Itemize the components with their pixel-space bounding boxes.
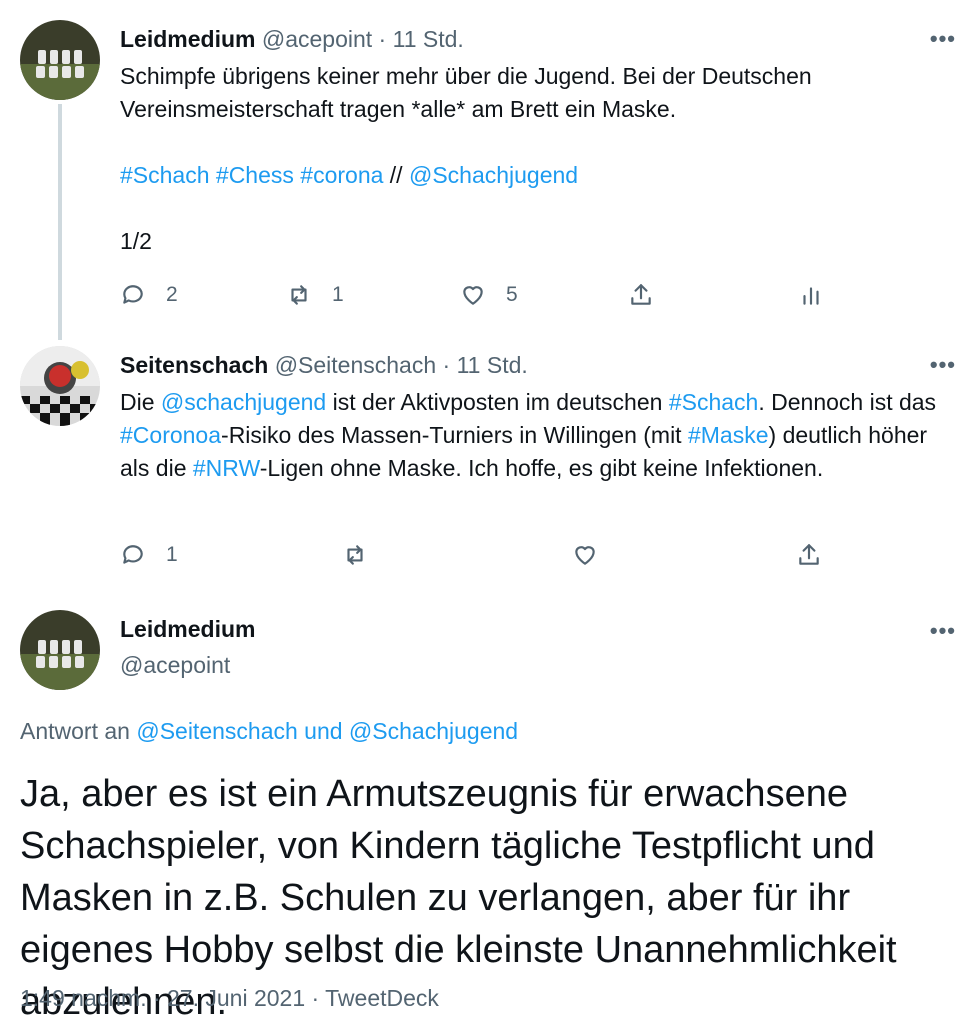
tweet2-time[interactable]: 11 Std. [457,352,528,378]
reply-button-2[interactable]: 1 [120,538,178,572]
mention-schachjugend[interactable]: @Schachjugend [409,162,578,188]
share-icon [631,284,651,305]
avatar-leidmedium[interactable] [20,20,100,100]
analytics-button[interactable] [798,278,824,312]
main-timestamp[interactable]: 1:49 nachm. · 27. Juni 2021 · TweetDeck [20,985,439,1012]
reply-to-users[interactable]: @Seitenschach und @Schachjugend [136,718,518,744]
share-icon [799,544,819,565]
tweet2-header: Seitenschach @Seitenschach · 11 Std. [120,352,528,379]
tweet1-more-icon[interactable]: ••• [930,26,956,52]
hashtag-coronoa[interactable]: #Coronoa [120,422,221,448]
like-button[interactable]: 5 [460,278,518,312]
avatar-seitenschach[interactable] [20,346,100,426]
share-button-2[interactable] [796,538,822,572]
retweet-button[interactable]: 1 [286,278,344,312]
like-icon [463,286,483,305]
tweet1-slashes: // [389,162,403,188]
tweet1-text: Schimpfe übrigens keiner mehr über die J… [120,60,950,258]
reply-button[interactable]: 2 [120,278,178,312]
main-more-icon[interactable]: ••• [930,618,956,644]
tweet1-separator: · [372,26,393,52]
tweet1-text-line: Schimpfe übrigens keiner mehr über die J… [120,63,812,122]
share-button[interactable] [628,278,654,312]
tweet1-author-handle[interactable]: @acepoint [262,26,372,52]
analytics-icon [803,287,819,305]
like-button-2[interactable] [572,538,598,572]
tweet1-time[interactable]: 11 Std. [393,26,464,52]
main-author-name[interactable]: Leidmedium [120,616,255,643]
tweet2-text: Die @schachjugend ist der Aktivposten im… [120,386,950,485]
hashtag-corona[interactable]: #corona [300,162,383,188]
like-count: 5 [506,283,518,306]
tweet1-author-name[interactable]: Leidmedium [120,26,255,52]
reply-count: 2 [166,283,178,306]
tweet1-actions: 2 1 5 [120,278,840,312]
like-icon [575,546,595,565]
tweet2-more-icon[interactable]: ••• [930,352,956,378]
tweet2-author-name[interactable]: Seitenschach [120,352,268,378]
tweet2-separator: · [436,352,457,378]
reply-count-2: 1 [166,543,178,566]
tweet1-counter: 1/2 [120,228,152,254]
hashtag-chess[interactable]: #Chess [216,162,294,188]
hashtag-schach-2[interactable]: #Schach [669,389,759,415]
tweet2-text-part: ist der Aktivposten im deutschen [326,389,669,415]
reply-icon [123,285,143,304]
hashtag-nrw[interactable]: #NRW [193,455,260,481]
tweet2-text-part: -Risiko des Massen-Turniers in Willingen… [221,422,688,448]
retweet-icon [347,545,363,565]
tweet2-text-part: Die [120,389,161,415]
tweet1-tags-line: #Schach #Chess #corona // @Schachjugend [120,159,950,192]
tweet2-text-part: . Dennoch ist das [758,389,937,415]
thread-line-1 [58,104,62,340]
avatar-leidmedium-main[interactable] [20,610,100,690]
retweet-button-2[interactable] [342,538,368,572]
reply-context: Antwort an @Seitenschach und @Schachjuge… [20,718,518,745]
reply-prefix: Antwort an [20,718,137,744]
hashtag-schach[interactable]: #Schach [120,162,210,188]
tweet2-text-part: -Ligen ohne Maske. Ich hoffe, es gibt ke… [259,455,824,481]
main-author-handle[interactable]: @acepoint [120,652,230,679]
retweet-icon [291,285,307,305]
mention-schachjugend-2[interactable]: @schachjugend [161,389,326,415]
tweet1-header: Leidmedium @acepoint · 11 Std. [120,26,464,53]
retweet-count: 1 [332,283,344,306]
reply-icon [123,545,143,564]
hashtag-maske[interactable]: #Maske [688,422,769,448]
tweet2-actions: 1 [120,538,840,572]
tweet2-author-handle[interactable]: @Seitenschach [275,352,436,378]
